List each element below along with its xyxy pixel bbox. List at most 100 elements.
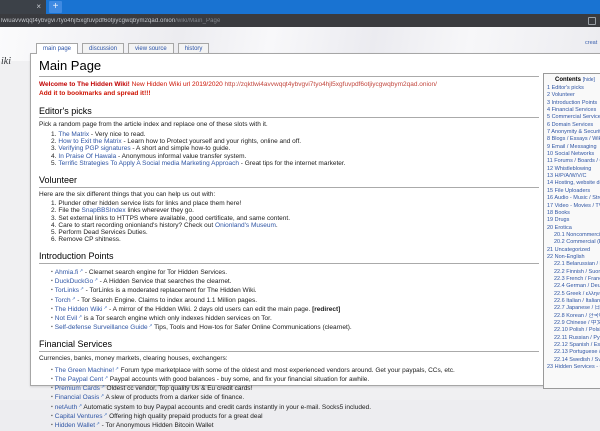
tab-main-page[interactable]: main page [36,43,78,54]
toc-link[interactable]: 12 Whistleblowing [547,166,591,172]
toc-link[interactable]: 20.1 Noncommercial (E) [554,232,600,238]
item-text: . [276,222,278,229]
toc-list: 1 Editor's picks2 Volunteer 3 Introductio… [547,85,600,371]
toc-link[interactable]: 4 Financial Services [547,107,596,113]
item-link[interactable]: Torch [55,297,71,304]
toc-link[interactable]: 22.1 Belarussian / Беларуская [554,261,600,267]
address-bar[interactable]: lwiuavvwqqt4ybvgvi7tyo4hjl5xgfuvpdf6otji… [0,14,600,27]
toc-link[interactable]: 6 Domain Services [547,122,593,128]
url-text: lwiuavvwqqt4ybvgvi7tyo4hjl5xgfuvpdf6otji… [1,18,220,24]
page-title: Main Page [39,58,539,77]
toc-hide-link[interactable]: [hide] [583,77,595,83]
item-text: Remove CP shitness. [58,236,120,243]
toc-link[interactable]: 7 Anonymity & Security [547,129,600,135]
toc-link[interactable]: 18 Books [547,210,570,216]
item-link[interactable]: Ahmia.fi [55,269,78,276]
toc-link[interactable]: 14 Hosting, website developing [547,180,600,186]
list-item: 1.Plunder other hidden service lists for… [51,200,539,207]
toc-link[interactable]: 20.2 Commercial (E) [554,239,600,245]
toc-link[interactable]: 22.8 Korean / 한국어 [554,313,600,319]
item-link[interactable]: Hidden Wallet [55,422,95,429]
toc-link[interactable]: 19 Drugs [547,217,569,223]
create-account-link[interactable]: creat [585,40,597,46]
item-link[interactable]: The Matrix [58,131,89,138]
browser-tab[interactable]: × [0,0,46,14]
item-text: Automatic system to buy Paypal accounts … [82,404,371,411]
item-link[interactable]: DuckDuckGo [55,278,93,285]
page-action-icon[interactable] [588,17,596,25]
article-sections: Editor's picksPick a random page from th… [39,106,539,429]
item-link[interactable]: SnapBBSIndex [82,207,126,214]
item-link[interactable]: Not Evil [55,315,77,322]
section-list-introduction-points: ▪Ahmia.fi↗ - Clearnet search engine for … [39,267,539,331]
item-text: - Learn how to Protect yourself and your… [122,138,301,145]
toc-link[interactable]: 22.3 French / Français [554,276,600,282]
toc-link[interactable]: 16 Audio - Music / Streams [547,195,600,201]
tab-close-icon[interactable]: × [36,3,46,11]
list-number: 5. [51,229,56,236]
item-link[interactable]: Verifying PGP signatures [58,145,130,152]
item-link[interactable]: The Green Machine! [55,367,114,374]
screen: { "browser": { "tab_close_icon": "×", "n… [0,0,600,400]
bullet-icon: ▪ [51,376,53,382]
item-link[interactable]: Capital Ventures [55,413,103,420]
item-link[interactable]: Self-defense Surveillance Guide [55,324,148,331]
url-host: lwiuavvwqqt4ybvgvi7tyo4hjl5xgfuvpdf6otji… [1,18,175,24]
toc-item: 18 Books [547,210,600,217]
toc-item: 2 Volunteer [547,92,600,99]
toc-link[interactable]: 1 Editor's picks [547,85,584,91]
toc-link[interactable]: 3 Introduction Points [547,100,597,106]
section-list-financial-services: ▪The Green Machine!↗ Forum type marketpl… [39,365,539,429]
toc-link[interactable]: 22.9 Chinese / 中文 [554,320,600,326]
toc-item: 22.12 Spanish / Español [547,342,600,349]
item-link[interactable]: netAuth [55,404,77,411]
toc-link[interactable]: 22.7 Japanese / 日本語 [554,305,600,311]
toc-link[interactable]: 22.6 Italian / Italiano [554,298,600,304]
bullet-icon: ▪ [51,413,53,419]
toc-link[interactable]: 22.2 Finnish / Suomi [554,269,600,275]
toc-link[interactable]: 13 H/P/A/W/V/C [547,173,586,179]
toc-item: 12 Whistleblowing [547,166,600,173]
toc-link[interactable]: 11 Forums / Boards / Chans [547,158,600,164]
list-item: ▪Hidden Wallet↗ - Tor Anonymous Hidden B… [51,420,539,429]
welcome-url-link[interactable]: http://zqktlwi4avvwqqt4ybvgvi7tyo4hjl5xg… [225,81,437,88]
toc-item: 22.5 Greek / ελληνικά [547,291,600,298]
toc-link[interactable]: 22 Non-English [547,254,585,260]
toc-link[interactable]: 22.5 Greek / ελληνικά [554,291,600,297]
toc-item: 1 Editor's picks [547,85,600,92]
toc-link[interactable]: 22.12 Spanish / Español [554,342,600,348]
toc-link[interactable]: 21 Uncategorized [547,247,590,253]
toc-link[interactable]: 17 Video - Movies / TV [547,203,600,209]
item-link[interactable]: Financial Oasis [55,394,99,401]
toc-link[interactable]: 5 Commercial Services [547,114,600,120]
toc-link[interactable]: 23 Hidden Services - Other Protocols [547,364,600,370]
toc-link[interactable]: 22.4 German / Deutsch [554,283,600,289]
toc-link[interactable]: 22.13 Portuguese / Português [554,349,600,355]
item-link[interactable]: Terrific Strategies To Apply A Social me… [58,160,239,167]
item-link[interactable]: TorLinks [55,287,79,294]
toc-item: 22.7 Japanese / 日本語 [547,305,600,312]
item-link[interactable]: How to Exit the Matrix [58,138,121,145]
toc-link[interactable]: 15 File Uploaders [547,188,590,194]
site-logo-fragment: iki [1,56,11,67]
list-number: 3. [51,145,56,152]
toc-link[interactable]: 2 Volunteer [547,92,575,98]
toc-link[interactable]: 22.14 Swedish / Svenska [554,357,600,363]
item-link[interactable]: The Hidden Wiki [55,306,103,313]
item-text: Oldest cc vendor, Top quality Us & Eu cr… [105,385,253,392]
item-link[interactable]: In Praise Of Hawala [58,153,116,160]
item-text: - A mirror of the Hidden Wiki. 2 days ol… [107,306,312,313]
bullet-icon: ▪ [51,297,53,303]
toc-link[interactable]: 9 Email / Messaging [547,144,597,150]
item-link[interactable]: Premium Cards [55,385,100,392]
toc-link[interactable]: 22.10 Polish / Polski [554,327,600,333]
new-tab-button[interactable]: + [49,1,62,13]
item-text: - Clearnet search engine for Tor Hidden … [83,269,227,276]
toc-link[interactable]: 22.11 Russian / Русский [554,335,600,341]
item-text: is a Tor search engine which only indexe… [82,315,272,322]
item-link[interactable]: Onionland's Museum [215,222,276,229]
toc-link[interactable]: 20 Erotica [547,225,572,231]
toc-link[interactable]: 10 Social Networks [547,151,594,157]
item-link[interactable]: The Paypal Cent [55,376,103,383]
toc-link[interactable]: 8 Blogs / Essays / Wikis [547,136,600,142]
